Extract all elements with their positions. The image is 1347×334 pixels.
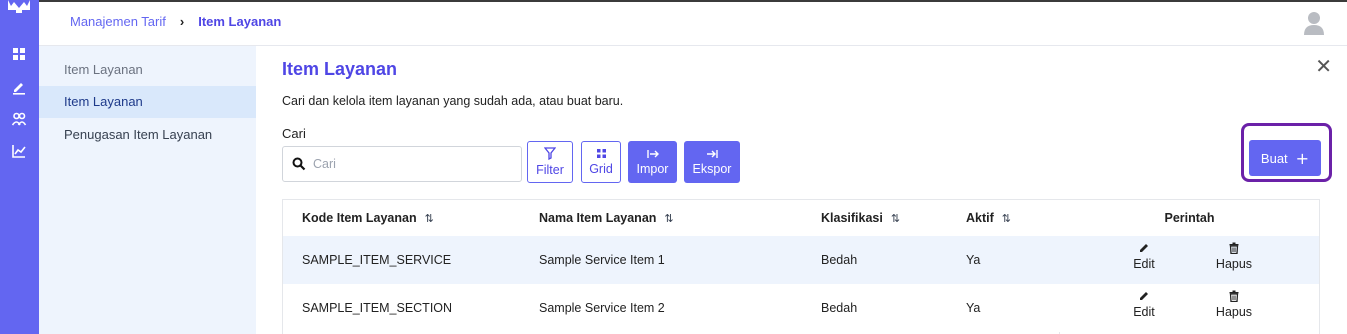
cell-name: Sample Service Item 1 — [539, 253, 665, 267]
grid-label: Grid — [589, 162, 613, 176]
delete-label: Hapus — [1215, 257, 1253, 271]
sidebar-item-item-layanan[interactable]: Item Layanan — [39, 86, 256, 118]
col-header-commands: Perintah — [1164, 211, 1215, 225]
sidebar: Item Layanan Item Layanan Penugasan Item… — [39, 46, 256, 334]
delete-label: Hapus — [1215, 305, 1253, 319]
filter-label: Filter — [536, 163, 564, 177]
sort-icon[interactable]: ⇅ — [891, 212, 900, 225]
page-title: Item Layanan — [282, 59, 398, 79]
grid-button[interactable]: Grid — [581, 141, 621, 183]
table-row[interactable]: SAMPLE_ITEM_SERVICE Sample Service Item … — [283, 236, 1319, 284]
cell-active: Ya — [966, 301, 981, 315]
breadcrumb-current: Item Layanan — [198, 14, 282, 29]
col-header-class[interactable]: Klasifikasi ⇅ — [821, 200, 900, 236]
cell-class: Bedah — [821, 253, 858, 267]
col-header-active[interactable]: Aktif ⇅ — [966, 200, 1011, 236]
trash-icon — [1229, 290, 1239, 302]
create-label: Buat — [1260, 150, 1288, 166]
search-box — [282, 146, 522, 182]
col-header-code[interactable]: Kode Item Layanan ⇅ — [302, 200, 434, 236]
app-logo-icon — [8, 0, 30, 13]
import-label: Impor — [636, 161, 669, 176]
chevron-right-icon: › — [179, 14, 185, 29]
close-icon[interactable]: ✕ — [1315, 54, 1332, 78]
service-items-table: Kode Item Layanan ⇅ Nama Item Layanan ⇅ Kl… — [282, 199, 1320, 334]
import-button[interactable]: Impor — [628, 141, 677, 183]
table-row[interactable]: SAMPLE_ITEM_SECTION Sample Service Item … — [283, 284, 1319, 332]
edit-button[interactable]: Edit — [1119, 242, 1169, 271]
cell-class: Bedah — [821, 301, 858, 315]
edit-label: Edit — [1133, 305, 1155, 319]
sort-icon[interactable]: ⇅ — [1002, 212, 1011, 225]
breadcrumb: Manajemen Tarif › Item Layanan — [70, 14, 281, 29]
col-header-active-label: Aktif — [966, 211, 994, 225]
edit-label: Edit — [1133, 257, 1155, 271]
users-icon[interactable] — [11, 111, 27, 127]
cell-code: SAMPLE_ITEM_SECTION — [302, 301, 453, 315]
cell-code: SAMPLE_ITEM_SERVICE — [302, 253, 452, 267]
sidebar-item-penugasan[interactable]: Penugasan Item Layanan — [39, 119, 256, 151]
export-button[interactable]: Ekspor — [684, 141, 740, 183]
col-header-name-label: Nama Item Layanan — [539, 211, 657, 225]
export-label: Ekspor — [692, 161, 732, 176]
main-content: Item Layanan ✕ Cari dan kelola item laya… — [256, 46, 1347, 334]
create-button[interactable]: Buat + — [1249, 140, 1321, 176]
cell-active: Ya — [966, 253, 981, 267]
search-input[interactable] — [313, 154, 513, 174]
page-description: Cari dan kelola item layanan yang sudah … — [282, 94, 624, 108]
pencil-icon — [1140, 244, 1148, 252]
filter-button[interactable]: Filter — [527, 141, 573, 183]
sidebar-item-header[interactable]: Item Layanan — [39, 54, 256, 86]
delete-button[interactable]: Hapus — [1209, 242, 1259, 271]
sort-icon[interactable]: ⇅ — [425, 212, 434, 225]
search-label: Cari — [282, 126, 306, 141]
cell-name: Sample Service Item 2 — [539, 301, 665, 315]
grid-icon — [596, 149, 606, 158]
edit-nav-icon[interactable] — [11, 79, 27, 95]
avatar-icon[interactable] — [1303, 11, 1325, 35]
col-header-name[interactable]: Nama Item Layanan ⇅ — [539, 200, 674, 236]
col-header-class-label: Klasifikasi — [821, 211, 883, 225]
trash-icon — [1229, 242, 1239, 254]
dashboard-icon[interactable] — [11, 46, 27, 62]
top-bar: Manajemen Tarif › Item Layanan — [39, 0, 1347, 46]
nav-rail — [0, 0, 39, 334]
export-icon — [707, 149, 718, 158]
top-divider — [39, 0, 1347, 2]
chart-icon[interactable] — [11, 143, 27, 159]
edit-button[interactable]: Edit — [1119, 290, 1169, 319]
col-header-code-label: Kode Item Layanan — [302, 211, 417, 225]
table-header-row: Kode Item Layanan ⇅ Nama Item Layanan ⇅ Kl… — [283, 200, 1319, 236]
import-icon — [646, 149, 659, 158]
search-icon — [292, 157, 306, 171]
plus-icon: + — [1295, 148, 1310, 168]
breadcrumb-parent-link[interactable]: Manajemen Tarif — [70, 14, 166, 29]
pencil-icon — [1140, 292, 1148, 300]
sort-icon[interactable]: ⇅ — [664, 212, 673, 225]
filter-icon — [544, 147, 556, 160]
delete-button[interactable]: Hapus — [1209, 290, 1259, 319]
